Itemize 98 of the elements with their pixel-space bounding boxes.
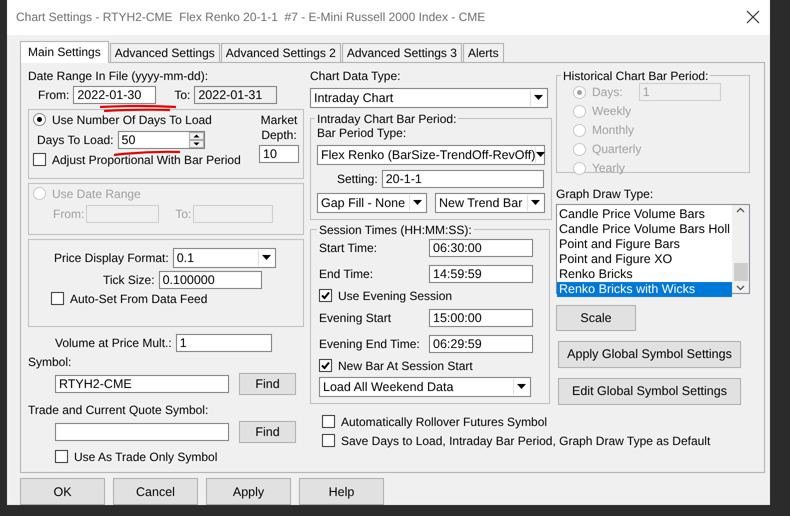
radio-label: Use Number Of Days To Load bbox=[52, 112, 212, 127]
settings-button[interactable]: Apply Global Symbol Settings bbox=[558, 340, 741, 368]
settings-button[interactable]: Edit Global Symbol Settings bbox=[558, 378, 741, 405]
close-icon[interactable] bbox=[746, 10, 760, 24]
caret-icon[interactable] bbox=[258, 250, 274, 266]
input-field[interactable] bbox=[55, 422, 229, 441]
list-item[interactable]: Point and Figure XO bbox=[557, 252, 732, 267]
list-item[interactable]: Point and Figure Bars bbox=[557, 236, 732, 252]
input-field[interactable]: 06:29:59 bbox=[429, 334, 533, 353]
spinner-arrows-icon[interactable] bbox=[188, 132, 204, 148]
dropdown[interactable]: Flex Renko (BarSize-TrendOff-RevOff) bbox=[317, 144, 545, 165]
radio-button[interactable] bbox=[33, 113, 46, 126]
checkbox[interactable] bbox=[319, 289, 332, 302]
caret-icon[interactable] bbox=[513, 378, 529, 395]
checkbox-label: Use Evening Session bbox=[338, 288, 452, 303]
group-title: Historical Chart Bar Period: bbox=[562, 68, 710, 83]
tab[interactable]: Advanced Settings 2 bbox=[220, 42, 341, 62]
list-box[interactable]: Candle Price Volume Bars Candle Price Volume Bars Holl Point and Figure Bars Point and Figure XO Renko Bricks Renko Bricks with Wicks bbox=[556, 204, 750, 294]
dropdown[interactable]: New Trend Bar bbox=[435, 192, 545, 213]
dropdown[interactable]: 0.1 bbox=[172, 248, 276, 268]
field-label: From: bbox=[53, 206, 84, 221]
dialog-button[interactable]: Cancel bbox=[113, 478, 198, 505]
window-title: Chart Settings - RTYH2-CME Flex Renko 20-1-1 #7 - E-Mini Russell 2000 Index - CME bbox=[16, 10, 486, 24]
input-field[interactable]: 2022-01-30 bbox=[73, 86, 156, 104]
field-label: Bar Period Type: bbox=[317, 126, 408, 140]
field-label: Market Depth: bbox=[260, 112, 298, 143]
caret-icon[interactable] bbox=[409, 194, 425, 211]
scrollbar[interactable] bbox=[732, 204, 749, 293]
checkbox-label: Adjust Proportional With Bar Period bbox=[52, 152, 241, 167]
scroll-down-icon[interactable] bbox=[736, 284, 745, 291]
checkbox[interactable] bbox=[55, 450, 68, 464]
field-label: Volume at Price Mult.: bbox=[55, 336, 172, 350]
checkbox-label: Auto-Set From Data Feed bbox=[70, 292, 208, 306]
field-label: Evening Start bbox=[319, 310, 392, 325]
tab[interactable]: Alerts bbox=[462, 42, 504, 62]
input-field[interactable]: 50 bbox=[118, 130, 204, 149]
input-field[interactable]: 10 bbox=[259, 144, 299, 163]
checkbox-label: Save Days to Load, Intraday Bar Period, Graph Draw Type as Default bbox=[341, 434, 710, 448]
field-label: Trade and Current Quote Symbol: bbox=[28, 402, 210, 417]
list-item[interactable]: Renko Bricks with Wicks bbox=[557, 282, 732, 297]
field-label: To: bbox=[175, 206, 192, 221]
field-label: Chart Data Type: bbox=[310, 68, 402, 83]
dialog-button[interactable]: OK bbox=[20, 478, 105, 505]
field-label: Setting: bbox=[337, 172, 378, 186]
field-label: Price Display Format: bbox=[54, 250, 169, 265]
field-label: Symbol: bbox=[28, 354, 72, 369]
radio-label: Use Date Range bbox=[52, 186, 141, 201]
scroll-up-icon[interactable] bbox=[736, 206, 745, 213]
dialog-button[interactable]: Apply bbox=[206, 478, 291, 505]
checkbox[interactable] bbox=[51, 292, 64, 306]
list-item[interactable]: Candle Price Volume Bars Holl bbox=[557, 222, 732, 237]
field-label: Start Time: bbox=[319, 240, 378, 255]
scroll-thumb[interactable] bbox=[734, 262, 748, 281]
dropdown[interactable]: Intraday Chart bbox=[310, 88, 548, 108]
tab[interactable]: Main Settings bbox=[20, 40, 109, 63]
tab[interactable]: Advanced Settings bbox=[110, 42, 220, 62]
radio-label: Monthly bbox=[592, 123, 634, 138]
checkbox[interactable] bbox=[322, 415, 335, 428]
tab[interactable]: Advanced Settings 3 bbox=[342, 42, 462, 62]
checkbox[interactable] bbox=[322, 434, 335, 448]
radio-label: Days: bbox=[592, 85, 623, 100]
radio-label: Yearly bbox=[592, 161, 625, 176]
radio-label: Quarterly bbox=[592, 142, 642, 156]
checkbox-label: Automatically Rollover Futures Symbol bbox=[341, 414, 548, 429]
checkbox-label: New Bar At Session Start bbox=[338, 358, 473, 373]
checkbox-label: Use As Trade Only Symbol bbox=[74, 450, 218, 464]
field-label: To: bbox=[174, 88, 190, 102]
dropdown[interactable]: Load All Weekend Data bbox=[319, 376, 531, 397]
input-field[interactable]: 20-1-1 bbox=[382, 170, 544, 188]
input-field[interactable]: RTYH2-CME bbox=[55, 374, 229, 393]
caret-icon[interactable] bbox=[530, 90, 546, 106]
group-title: Intraday Chart Bar Period: bbox=[316, 112, 458, 126]
field-label: Days To Load: bbox=[37, 132, 114, 147]
list-item[interactable]: Candle Price Volume Bars bbox=[557, 206, 732, 222]
field-label: From: bbox=[38, 88, 70, 102]
field-label: Evening End Time: bbox=[319, 336, 420, 351]
input-field[interactable]: 0.100000 bbox=[158, 270, 262, 289]
caret-icon[interactable] bbox=[535, 146, 546, 163]
input-field[interactable]: 1 bbox=[176, 334, 272, 352]
field-label: Tick Size: bbox=[103, 272, 155, 287]
radio-label: Weekly bbox=[592, 104, 632, 118]
list-item[interactable]: Renko Bricks bbox=[557, 266, 732, 282]
dropdown[interactable]: Gap Fill - None bbox=[317, 192, 427, 213]
section-label: Date Range In File (yyyy-mm-dd): bbox=[28, 68, 210, 83]
field-label: Graph Draw Type: bbox=[556, 186, 654, 201]
input-field[interactable]: 06:30:00 bbox=[429, 238, 533, 257]
scale-button[interactable]: Scale bbox=[556, 304, 636, 331]
checkbox[interactable] bbox=[33, 153, 46, 166]
input-field[interactable]: 2022-01-31 bbox=[194, 86, 278, 104]
caret-icon[interactable] bbox=[527, 194, 543, 211]
checkbox[interactable] bbox=[319, 359, 332, 372]
group-title: Session Times (HH:MM:SS): bbox=[318, 222, 473, 237]
find-button[interactable]: Find bbox=[239, 420, 296, 443]
find-button[interactable]: Find bbox=[239, 372, 296, 395]
field-label: End Time: bbox=[319, 266, 374, 281]
input-field[interactable]: 14:59:59 bbox=[429, 264, 533, 283]
dialog-button[interactable]: Help bbox=[299, 478, 384, 505]
input-field[interactable]: 15:00:00 bbox=[429, 308, 533, 327]
